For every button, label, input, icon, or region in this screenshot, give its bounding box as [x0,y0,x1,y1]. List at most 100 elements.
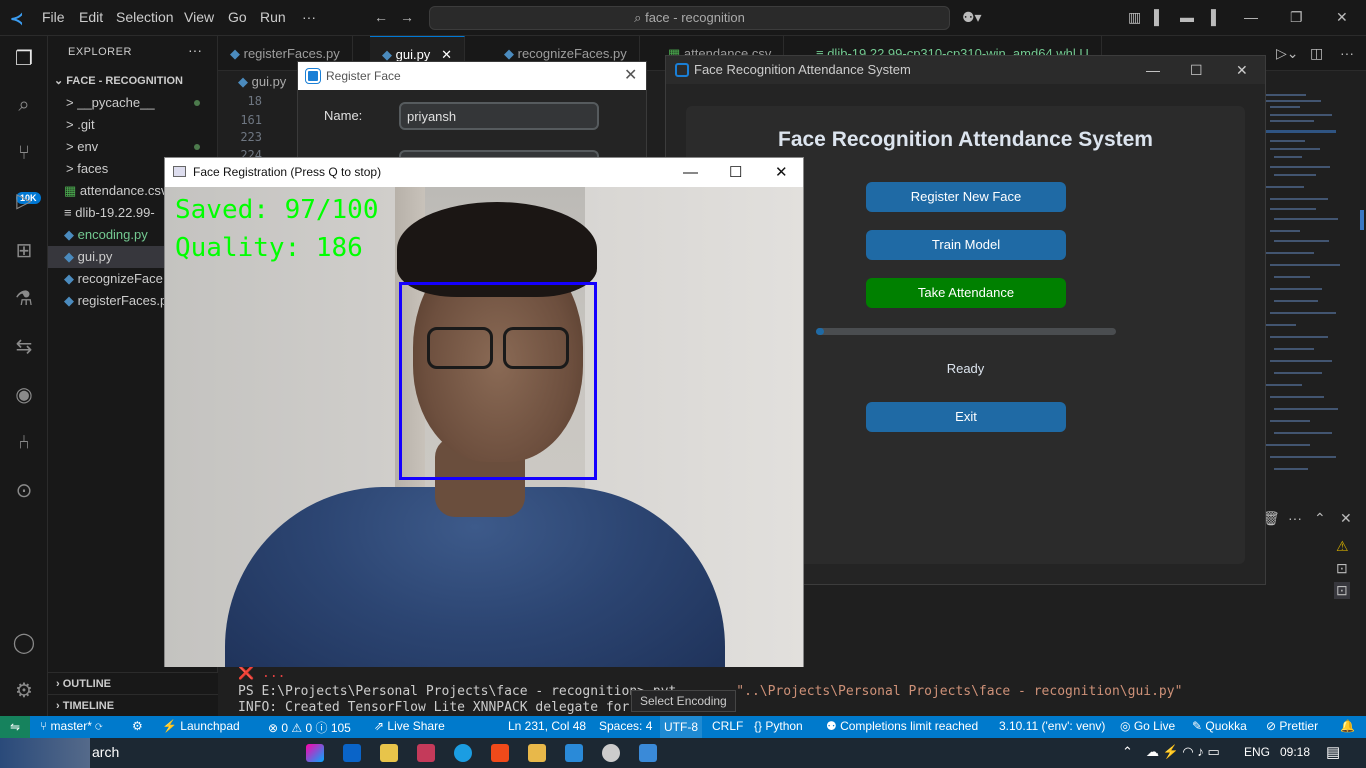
breadcrumb[interactable]: ◆ gui.py [218,71,286,93]
terminal-icon[interactable]: ⊡ [1336,560,1348,577]
account-icon[interactable]: ◯ [11,630,37,656]
extensions-icon[interactable]: ⊞ [11,238,37,264]
git-graph-icon[interactable]: ⑃ [11,430,37,456]
indentation-status[interactable]: Spaces: 4 [599,719,652,733]
toggle-sidebar-icon[interactable]: ▌ [1154,9,1164,25]
store-app-icon[interactable] [380,744,398,762]
taskbar-search-thumbnail[interactable] [0,738,90,768]
warning-icon[interactable]: ⚠ [1336,538,1349,555]
menu-file[interactable]: File [42,9,65,25]
python-taskbar-icon[interactable] [639,744,657,762]
problems-status[interactable]: ⊗ 0 ⚠ 0 ⓘ 105 [268,719,351,736]
close-panel-icon[interactable]: ✕ [1340,510,1352,527]
tree-item-env[interactable]: > env [48,136,218,158]
close-icon[interactable]: ✕ [1336,9,1348,26]
terminal[interactable]: ❌ ... PS E:\Projects\Personal Projects\f… [218,666,1318,716]
tree-item-git[interactable]: > .git [48,114,218,136]
go-live-status[interactable]: ◎ Go Live [1120,719,1175,733]
terminal-icon-active[interactable]: ⊡ [1334,582,1350,599]
notification-center-icon[interactable]: ▤ [1326,743,1340,761]
brave-browser-icon[interactable] [491,744,509,762]
taskbar-search-label[interactable]: arch [92,744,119,760]
edge-browser-icon[interactable] [454,744,472,762]
launchpad-status[interactable]: ⚡ Launchpad [162,719,240,733]
maximize-icon[interactable]: ☐ [729,158,742,187]
camera-taskbar-icon[interactable] [602,744,620,762]
run-file-icon[interactable]: ▷⌄ [1276,45,1299,62]
menu-run[interactable]: Run [260,9,286,25]
tree-item-label: recognizeFace [77,271,163,286]
split-editor-icon[interactable]: ◫ [1310,45,1323,62]
command-center-search[interactable]: ⌕ face - recognition [429,6,950,30]
outline-section-header[interactable]: › OUTLINE [48,672,218,694]
tray-icons[interactable]: ☁ ⚡ ◠ ♪ ▭ [1146,744,1220,760]
encoding-status[interactable]: UTF-8 [660,716,702,738]
menu-view[interactable]: View [184,9,214,25]
close-icon[interactable]: ✕ [1236,56,1248,84]
minimize-icon[interactable]: — [1146,56,1160,84]
source-control-icon[interactable]: ⑂ [11,140,37,166]
gitlens-icon[interactable]: ◉ [11,382,37,408]
maximize-icon[interactable]: ☐ [1190,56,1203,84]
menu-selection[interactable]: Selection [116,9,174,25]
menu-go[interactable]: Go [228,9,247,25]
eol-status[interactable]: CRLF [712,719,743,733]
remote-explorer-icon[interactable]: ⇆ [11,334,37,360]
name-input[interactable] [399,102,599,130]
python-interpreter[interactable]: 3.10.11 ('env': venv) [999,719,1105,733]
remote-indicator-icon[interactable]: ⇋ [0,716,30,738]
explorer-more-button[interactable]: ··· [188,42,202,58]
train-model-button[interactable]: Train Model [866,230,1066,260]
liveshare-status[interactable]: ⇗ Live Share [374,719,445,733]
photos-app-icon[interactable] [417,744,435,762]
vscode-taskbar-icon[interactable] [565,744,583,762]
input-language[interactable]: ENG [1244,745,1270,759]
language-mode[interactable]: {} Python [754,719,803,733]
clock[interactable]: 09:18 [1280,745,1310,759]
branch-indicator[interactable]: ⑂ master* ⟳ [40,719,102,733]
minimize-icon[interactable]: — [683,158,698,187]
opencv-window-icon [173,166,186,177]
prettier-status[interactable]: ⊘ Prettier [1266,719,1318,733]
take-attendance-button[interactable]: Take Attendance [866,278,1066,308]
close-icon[interactable]: ✕ [624,62,637,90]
toggle-panel-icon[interactable]: ▬ [1180,9,1194,25]
workspace-folder-title[interactable]: ⌄ FACE - RECOGNITION [54,74,183,87]
file-explorer-icon[interactable] [528,744,546,762]
maximize-panel-icon[interactable]: ⌃ [1314,510,1326,527]
tree-item-pycache[interactable]: > __pycache__ [48,92,218,114]
forward-arrow-icon[interactable]: → [400,9,414,25]
remote-icon[interactable]: ⊙ [11,478,37,504]
settings-gear-icon[interactable]: ⚙ [11,678,37,704]
more-actions-icon[interactable]: ··· [1340,45,1354,61]
notifications-bell-icon[interactable]: 🔔 [1340,719,1355,733]
tree-item-label: attendance.csv [79,183,168,198]
minimize-icon[interactable]: — [1244,9,1258,25]
terminal-prompt: PS E:\Projects\Personal Projects\face - … [238,684,677,699]
mail-app-icon[interactable] [343,744,361,762]
register-new-face-button[interactable]: Register New Face [866,182,1066,212]
menu-edit[interactable]: Edit [79,9,103,25]
quokka-status[interactable]: ✎ Quokka [1192,719,1247,733]
menu-more[interactable]: ··· [302,9,316,25]
close-icon[interactable]: ✕ [775,158,788,187]
copilot-app-icon[interactable] [306,744,324,762]
tab-close-icon[interactable]: ✕ [441,47,452,62]
copilot-icon[interactable]: ⚉▾ [962,9,982,26]
explorer-icon[interactable]: ❐ [11,46,37,72]
git-graph-status-icon[interactable]: ⚙ [132,719,143,733]
customize-layout-icon[interactable]: ▥ [1128,9,1141,26]
back-arrow-icon[interactable]: ← [374,9,388,25]
more-actions-icon[interactable]: ··· [1288,510,1302,526]
run-debug-icon[interactable]: ▷ [11,188,37,214]
minimap[interactable] [1264,90,1364,510]
testing-icon[interactable]: ⚗ [11,286,37,312]
toggle-secondary-sidebar-icon[interactable]: ▐ [1206,9,1216,25]
restore-icon[interactable]: ❐ [1290,9,1303,26]
exit-button[interactable]: Exit [866,402,1066,432]
search-icon[interactable]: ⌕ [11,92,37,118]
cursor-position[interactable]: Ln 231, Col 48 [508,719,586,733]
completions-status[interactable]: ⚉ Completions limit reached [826,719,978,733]
timeline-section-header[interactable]: › TIMELINE [48,694,218,716]
system-tray-chevron-icon[interactable]: ⌃ [1122,744,1133,760]
